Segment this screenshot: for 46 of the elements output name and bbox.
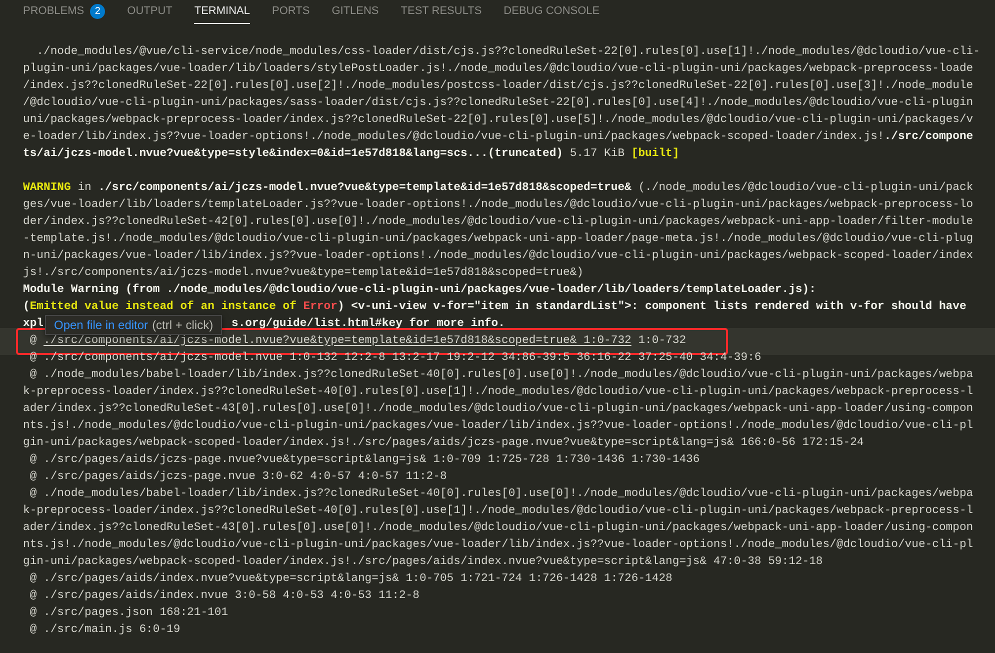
terminal-line: der/index.js??clonedRuleSet-42[0].rules[0].use[0]!./node_modules/@dcloudio/vue-cli-plugin-uni/packages/webpack-uni-app-loader/filter-module	[23, 214, 974, 230]
terminal-line: @ ./src/pages/aids/jczs-page.nvue 3:0-62 4:0-57 4:0-57 11:2-8	[28, 470, 447, 484]
terminal-line: @ ./src/pages/aids/index.nvue 3:0-58 4:0-53 4:0-53 11:2-8	[28, 588, 420, 604]
terminal-line: ader/index.js??clonedRuleSet-43[0].rules[0].use[0]!./node_modules/@dcloudio/vue-cli-plugin-uni/packages/webpack-uni-app-loader/using-compon	[23, 402, 974, 416]
tooltip-hint: (ctrl + click)	[152, 317, 214, 334]
terminal-line: @ ./src/pages.json 168:21-101	[28, 606, 228, 620]
panel-tab[interactable]: GITLENS	[332, 0, 379, 24]
terminal-line: Module Warning (from ./node_modules/@dcloudio/vue-cli-plugin-uni/packages/vue-loader/lib/loaders/templateLoader.js):	[23, 282, 816, 298]
terminal-line: gin-uni/packages/webpack-scoped-loader/index.js!./src/pages/aids/index.nvue?vue&type=script&lang=js& 47:0-38 59:12-18	[23, 554, 823, 570]
panel-tab[interactable]: PROBLEMS 2	[23, 0, 106, 24]
terminal-line: @ ./node_modules/babel-loader/lib/index.js??clonedRuleSet-40[0].rules[0].use[0]!./node_modules/@dcloudio/vue-cli-plugin-uni/packages/webpa	[28, 486, 974, 502]
terminal-line: ts/ai/jczs-model.nvue?vue&type=style&index=0&id=1e57d818&lang=scs...(truncated) 5.17 KiB [built]	[23, 146, 680, 162]
panel-tab[interactable]: OUTPUT	[127, 0, 172, 24]
terminal-line: nts.js!./node_modules/@dcloudio/vue-cli-plugin-uni/packages/vue-loader/lib/index.js??vue-loader-options!./node_modules/@dcloudio/vue-cli-pl	[23, 418, 974, 434]
terminal-line: js!./src/components/ai/jczs-model.nvue?vue&type=template&id=1e57d818&scoped=true&)	[23, 266, 584, 280]
tooltip-action[interactable]: Open file in editor	[54, 316, 148, 334]
terminal-text: s.org/guide/list.html#key for more info.	[232, 316, 505, 332]
terminal-line: k-preprocess-loader/index.js??clonedRuleSet-40[0].rules[0].use[1]!./node_modules/@dcloudio/vue-cli-plugin-uni/packages/webpack-preprocess-l	[23, 384, 974, 400]
terminal-line: k-preprocess-loader/index.js??clonedRuleSet-40[0].rules[0].use[1]!./node_modules/@dcloudio/vue-cli-plugin-uni/packages/webpack-preprocess-l	[23, 504, 974, 518]
panel-tab[interactable]: TEST RESULTS	[400, 0, 482, 24]
terminal-line: @ ./src/pages/aids/jczs-page.nvue?vue&type=script&lang=js& 1:0-709 1:725-728 1:730-1436 1:730-1436	[28, 452, 700, 468]
terminal-line: WARNING in ./src/components/ai/jczs-model.nvue?vue&type=template&id=1e57d818&scoped=true& (./node_modules/@dcloudio/vue-cli-plugin-uni/pack	[23, 180, 974, 196]
terminal-text: xpl	[23, 316, 44, 332]
terminal-line: @ ./src/pages/aids/index.nvue?vue&type=script&lang=js& 1:0-705 1:721-724 1:726-1428 1:726-1428	[28, 572, 672, 586]
terminal-line: ges/vue-loader/lib/loaders/templateLoader.js??vue-loader-options!./node_modules/@dcloudio/vue-cli-plugin-uni/packages/webpack-preprocess-lo	[23, 198, 974, 212]
terminal-line: /index.js??clonedRuleSet-22[0].rules[0].use[2]!./node_modules/postcss-loader/dist/cjs.js??clonedRuleSet-22[0].rules[0].use[3]!./node_module	[23, 78, 974, 94]
terminal-line: n-uni/packages/vue-loader/lib/index.js??vue-loader-options!./node_modules/@dcloudio/vue-cli-plugin-uni/packages/webpack-scoped-loader/index	[23, 248, 974, 264]
file-link[interactable]: ./src/components/ai/jczs-model.nvue?vue&type=template&id=1e57d818&scoped=true& 1:0-732	[44, 334, 632, 346]
count-badge: 2	[90, 4, 106, 19]
panel-tab[interactable]: PORTS	[272, 0, 310, 24]
terminal-line: nts.js!./node_modules/@dcloudio/vue-cli-plugin-uni/packages/vue-loader/lib/index.js??vue-loader-options!./node_modules/@dcloudio/vue-cli-pl	[23, 538, 974, 552]
terminal-line: @ ./src/main.js 6:0-19	[28, 622, 180, 638]
terminal-line: ader/index.js??clonedRuleSet-43[0].rules[0].use[0]!./node_modules/@dcloudio/vue-cli-plugin-uni/packages/webpack-uni-app-loader/using-compon	[23, 520, 974, 536]
terminal-line: @ ./node_modules/babel-loader/lib/index.js??clonedRuleSet-40[0].rules[0].use[0]!./node_modules/@dcloudio/vue-cli-plugin-uni/packages/webpa	[28, 368, 974, 382]
terminal-line: (Emitted value instead of an instance of Error) <v-uni-view v-for="item in standardList">: component lists rendered with v-for should have	[23, 300, 966, 314]
terminal-line: @ ./src/components/ai/jczs-model.nvue 1:0-132 12:2-8 13:2-17 19:2-12 34:86-39:5 36:16-22 37:25-40 34:4-39:6	[28, 350, 762, 366]
terminal-line: uni/packages/webpack-preprocess-loader/index.js??clonedRuleSet-22[0].rules[0].use[5]!./node_modules/@dcloudio/vue-cli-plugin-uni/packages/v	[23, 112, 974, 128]
panel-tab[interactable]: DEBUG CONSOLE	[504, 0, 600, 24]
terminal-line: gin-uni/packages/webpack-scoped-loader/index.js!./src/pages/aids/jczs-page.nvue?vue&type=script&lang=js& 166:0-56 172:15-24	[23, 436, 864, 450]
terminal-line: ./node_modules/@vue/cli-service/node_modules/css-loader/dist/cjs.js??clonedRuleSet-22[0].rules[0].use[1]!./node_modules/@dcloudio/vue-cli-	[36, 44, 980, 60]
terminal-line: @ ./src/components/ai/jczs-model.nvue?vue&type=template&id=1e57d818&scoped=true& 1:0-732 1:0-732	[28, 334, 686, 348]
terminal-line: -template.js!./node_modules/@dcloudio/vue-cli-plugin-uni/packages/webpack-uni-app-loader/page-meta.js!./node_modules/@dcloudio/vue-cli-plug	[23, 232, 974, 246]
terminal-line: plugin-uni/packages/vue-loader/lib/loaders/stylePostLoader.js!./node_modules/@dcloudio/vue-cli-plugin-uni/packages/webpack-preprocess-loade	[23, 62, 974, 76]
panel-tab[interactable]: TERMINAL	[194, 0, 250, 24]
terminal-line: e-loader/lib/index.js??vue-loader-options!./node_modules/@dcloudio/vue-cli-plugin-uni/packages/webpack-scoped-loader/index.js!./src/compone	[23, 130, 974, 144]
terminal-line: /@dcloudio/vue-cli-plugin-uni/packages/sass-loader/dist/cjs.js??clonedRuleSet-22[0].rules[0].use[4]!./node_modules/@dcloudio/vue-cli-plugin	[23, 96, 974, 110]
